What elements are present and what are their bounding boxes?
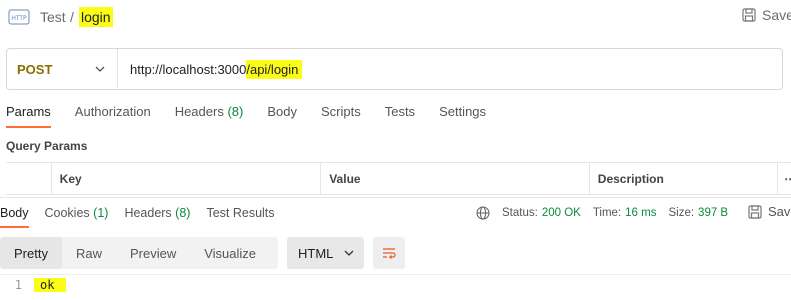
view-raw-button[interactable]: Raw [62, 237, 116, 269]
request-tabs: Params Authorization Headers (8) Body Sc… [6, 104, 510, 128]
wrap-lines-icon [383, 248, 396, 259]
url-path: /api/login [246, 59, 303, 79]
response-tabs: Body Cookies (1) Headers (8) Test Result… [0, 206, 291, 228]
save-label: Save [762, 7, 791, 23]
tab-label: Settings [439, 104, 487, 119]
view-preview-button[interactable]: Preview [116, 237, 190, 269]
query-params-title: Query Params [6, 139, 88, 153]
tab-count: (1) [93, 206, 109, 220]
url-base: http://localhost:3000 [130, 61, 247, 77]
tab-label: Scripts [320, 104, 361, 119]
save-icon [748, 204, 762, 219]
format-select[interactable]: HTML [287, 237, 364, 269]
url-input[interactable]: http://localhost:3000/api/login [118, 59, 303, 79]
breadcrumb-separator: / [70, 9, 74, 25]
tab-response-body[interactable]: Body [0, 206, 29, 228]
save-response-button[interactable]: Save [748, 204, 791, 219]
tab-scripts[interactable]: Scripts [321, 104, 361, 128]
status-key: Status: [502, 207, 538, 219]
size-key: Size: [668, 207, 695, 219]
globe-icon[interactable] [476, 206, 490, 220]
column-key: Key [50, 163, 321, 194]
format-label: HTML [298, 245, 334, 261]
request-name[interactable]: login [79, 7, 113, 27]
tab-label: Test Results [206, 206, 275, 220]
url-bar: POST http://localhost:3000/api/login [6, 48, 783, 90]
tab-label: Tests [384, 104, 416, 119]
more-options-icon[interactable]: ⋯ [777, 163, 791, 194]
tab-tests[interactable]: Tests [385, 104, 415, 128]
tab-label: Authorization [74, 104, 151, 119]
code-line: 1 ok [0, 274, 791, 294]
size-value[interactable]: 397 B [698, 207, 728, 219]
tab-label: Params [6, 104, 51, 119]
tab-headers[interactable]: Headers (8) [175, 104, 244, 128]
status-value[interactable]: 200 OK [542, 207, 581, 219]
view-mode-toggle: Pretty Raw Preview Visualize [0, 237, 278, 269]
tab-params[interactable]: Params [6, 104, 51, 128]
tab-label: Body [0, 206, 29, 220]
method-select[interactable]: POST [7, 49, 118, 89]
column-description: Description [588, 163, 777, 194]
time-key: Time: [592, 207, 622, 219]
chevron-down-icon [95, 66, 105, 72]
tab-label: Cookies [44, 206, 90, 220]
tab-count: (8) [175, 206, 191, 220]
tab-authorization[interactable]: Authorization [75, 104, 151, 128]
tab-label: Body [267, 104, 297, 119]
save-label: Save [768, 204, 791, 219]
svg-text:HTTP: HTTP [11, 15, 27, 22]
chevron-down-icon [344, 250, 354, 256]
view-visualize-button[interactable]: Visualize [190, 237, 270, 269]
tab-test-results[interactable]: Test Results [206, 206, 274, 228]
wrap-lines-button[interactable] [373, 237, 405, 269]
tab-settings[interactable]: Settings [439, 104, 486, 128]
line-number: 1 [14, 277, 22, 292]
save-button[interactable]: Save [742, 7, 791, 23]
column-value: Value [320, 163, 589, 194]
tab-count: (8) [227, 104, 244, 119]
tab-cookies[interactable]: Cookies (1) [45, 206, 109, 228]
tab-label: Headers [174, 104, 224, 119]
code-text: ok [34, 277, 67, 292]
breadcrumb-parent[interactable]: Test [40, 9, 66, 25]
time-value[interactable]: 16 ms [625, 207, 656, 219]
row-select-column [6, 163, 51, 194]
response-meta: Status: 200 OK Time: 16 ms Size: 397 B [476, 206, 740, 220]
http-icon: HTTP [8, 9, 30, 25]
query-params-table-header: Key Value Description ⋯ [6, 162, 791, 195]
tab-response-headers[interactable]: Headers (8) [124, 206, 190, 228]
tab-body[interactable]: Body [267, 104, 297, 128]
tab-label: Headers [124, 206, 172, 220]
view-pretty-button[interactable]: Pretty [0, 237, 62, 269]
save-icon [742, 8, 756, 22]
method-label: POST [17, 61, 53, 77]
